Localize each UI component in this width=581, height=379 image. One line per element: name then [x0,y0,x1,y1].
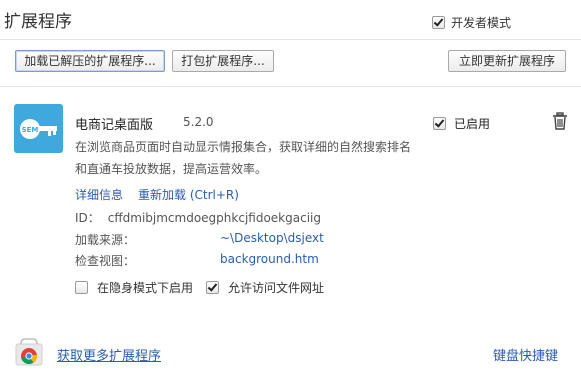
sem-key-icon: SEM [19,118,57,139]
extension-name: 电商记桌面版 [75,118,154,133]
trash-icon[interactable] [551,112,569,130]
details-link[interactable]: 详细信息 [75,186,123,203]
get-more-extensions-link[interactable]: 获取更多扩展程序 [57,345,161,364]
extension-icon-text: SEM [21,126,38,134]
extension-version: 5.2.0 [183,115,214,129]
chrome-store-icon [15,338,43,366]
inspect-views-row: 检查视图： background.htm [75,252,319,269]
enabled-checkbox[interactable] [433,117,446,130]
load-source-link[interactable]: ~\Desktop\dsjext [220,231,324,245]
incognito-option[interactable]: 在隐身模式下启用 [75,279,193,296]
extension-id-value: cffdmibjmcmdoegphkcjfidoekgaciig [107,211,321,225]
file-url-label: 允许访问文件网址 [228,281,325,295]
incognito-label: 在隐身模式下启用 [97,281,194,295]
file-url-option[interactable]: 允许访问文件网址 [206,279,324,296]
extension-icon: SEM [14,104,63,153]
file-url-checkbox[interactable] [206,281,219,294]
enabled-label: 已启用 [454,117,491,131]
pack-extension-button[interactable]: 打包扩展程序... [172,50,274,72]
header-divider [0,39,581,40]
background-page-link[interactable]: background.htm [220,252,319,266]
toolbar-divider [0,86,581,87]
extension-description: 在浏览商品页面时自动显示情报集合，获取详细的自然搜索排名和直通车投放数据，提高运… [75,140,412,176]
load-unpacked-button[interactable]: 加载已解压的扩展程序... [15,50,165,72]
developer-mode-toggle[interactable]: 开发者模式 [432,14,511,31]
extension-id-label: ID： [75,211,100,225]
reload-link[interactable]: 重新加载 (Ctrl+R) [138,186,239,203]
load-source-label: 加载来源： [75,233,136,247]
load-source-row: 加载来源： ~\Desktop\dsjext [75,231,324,248]
update-extensions-button[interactable]: 立即更新扩展程序 [448,50,566,72]
extension-id-row: ID： cffdmibjmcmdoegphkcjfidoekgaciig [75,209,321,226]
enabled-toggle[interactable]: 已启用 [433,115,490,132]
developer-mode-label: 开发者模式 [451,16,512,30]
keyboard-shortcuts-link[interactable]: 键盘快捷键 [493,345,558,364]
page-title: 扩展程序 [4,12,72,32]
inspect-views-label: 检查视图： [75,254,136,268]
developer-mode-checkbox[interactable] [432,16,445,29]
incognito-checkbox[interactable] [75,281,88,294]
